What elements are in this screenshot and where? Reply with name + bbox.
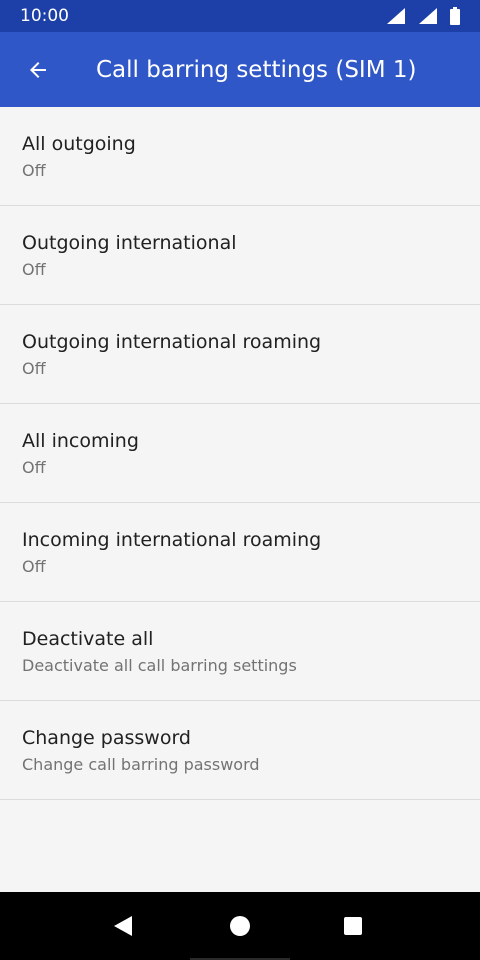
list-item-change-password[interactable]: Change password Change call barring pass… [0,701,480,800]
item-summary: Off [22,161,46,180]
nav-back-button[interactable] [109,912,137,940]
status-icons [386,7,460,25]
arrow-back-icon [30,62,46,78]
item-title: Change password [22,727,191,749]
nav-recents-button[interactable] [339,912,367,940]
item-title: All outgoing [22,133,136,155]
item-summary: Off [22,557,46,576]
cell-signal-icon [419,8,437,24]
list-item-incoming-international-roaming[interactable]: Incoming international roaming Off [0,503,480,602]
status-time: 10:00 [20,6,69,26]
item-title: Incoming international roaming [22,529,322,551]
item-summary: Change call barring password [22,755,260,774]
nav-back-icon [114,916,132,936]
item-summary: Off [22,260,46,279]
call-barring-list: All outgoing Off Outgoing international … [0,107,480,800]
list-item-deactivate-all[interactable]: Deactivate all Deactivate all call barri… [0,602,480,701]
item-summary: Deactivate all call barring settings [22,656,297,675]
list-item-all-incoming[interactable]: All incoming Off [0,404,480,503]
battery-icon [450,7,460,25]
wifi-signal-icon [387,8,405,24]
list-item-all-outgoing[interactable]: All outgoing Off [0,107,480,206]
app-bar: Call barring settings (SIM 1) [0,32,480,107]
nav-home-icon [230,916,250,936]
navigation-bar [0,892,480,960]
page-title: Call barring settings (SIM 1) [96,57,417,83]
item-title: All incoming [22,430,139,452]
nav-home-button[interactable] [226,912,254,940]
list-item-outgoing-international-roaming[interactable]: Outgoing international roaming Off [0,305,480,404]
item-title: Outgoing international roaming [22,331,322,353]
item-summary: Off [22,359,46,378]
status-bar: 10:00 [0,0,480,32]
item-title: Deactivate all [22,628,154,650]
item-summary: Off [22,458,46,477]
list-item-outgoing-international[interactable]: Outgoing international Off [0,206,480,305]
back-button[interactable] [18,50,58,90]
nav-recents-icon [344,917,362,935]
item-title: Outgoing international [22,232,237,254]
